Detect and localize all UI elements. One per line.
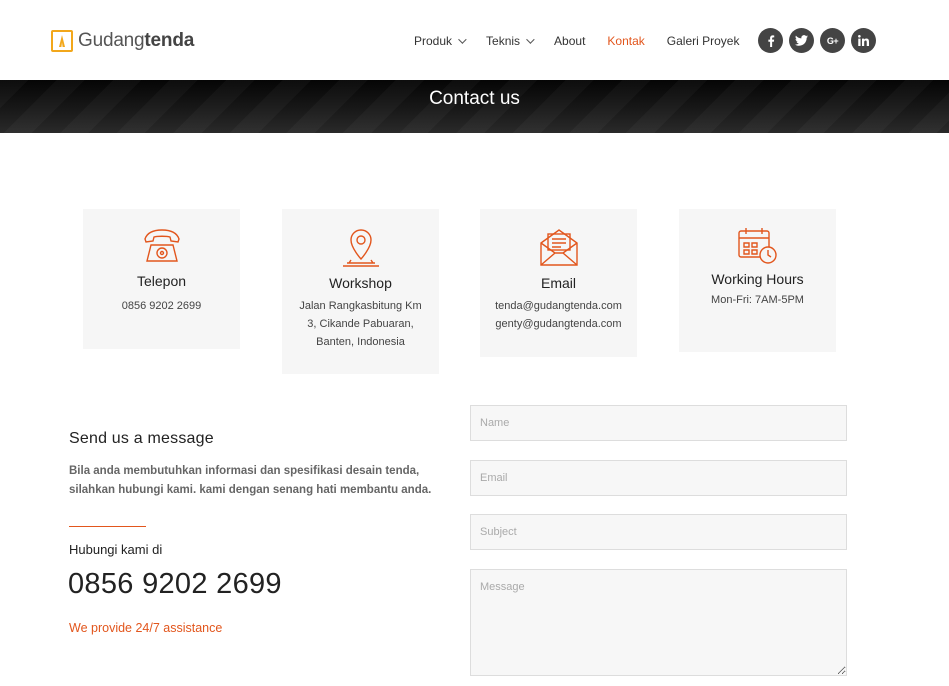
card-text: tenda@gudangtenda.com genty@gudangtenda.… [495,300,622,330]
social-links: G+ [758,28,882,53]
twitter-icon[interactable] [789,28,814,53]
chevron-down-icon [458,35,467,44]
map-pin-icon [342,229,379,267]
card-title: Email [540,275,576,291]
logo-mark-icon [51,30,73,52]
nav-item-about[interactable]: About [554,34,585,48]
call-label: Hubungi kami di [69,542,163,557]
info-card-workshop: Workshop Jalan Rangkasbitung Km 3, Cikan… [282,209,439,374]
main-nav: Produk Teknis About Kontak Galeri Proyek [414,34,761,48]
info-card-working-hours: Working Hours Mon-Fri: 7AM-5PM [679,209,836,352]
card-text: Mon-Fri: 7AM-5PM [711,294,804,306]
card-title: Workshop [329,275,392,291]
facebook-icon[interactable] [758,28,783,53]
subject-input[interactable] [470,514,847,550]
message-section-title: Send us a message [69,430,214,447]
nav-item-galeri-proyek[interactable]: Galeri Proyek [667,34,740,48]
linkedin-icon[interactable] [851,28,876,53]
page-title: Contact us [429,88,520,109]
name-input[interactable] [470,405,847,441]
nav-item-produk[interactable]: Produk [414,34,467,48]
card-title: Telepon [136,273,187,289]
message-description: Bila anda membutuhkan informasi dan spes… [69,465,432,496]
calendar-clock-icon [737,228,777,264]
call-number[interactable]: 0856 9202 2699 [68,568,282,601]
nav-item-kontak[interactable]: Kontak [607,34,644,48]
logo-text: Gudangtenda [78,30,195,51]
nav-item-teknis[interactable]: Teknis [486,34,535,48]
info-card-email: Email tenda@gudangtenda.com genty@gudang… [480,209,637,357]
message-textarea[interactable] [470,569,847,676]
card-text: Jalan Rangkasbitung Km 3, Cikande Pabuar… [299,300,422,348]
chevron-down-icon [526,35,535,44]
card-title: Working Hours [711,271,804,287]
card-text: 0856 9202 2699 [121,300,202,312]
accent-divider [69,526,146,527]
site-logo[interactable]: Gudangtenda [51,30,194,52]
assistance-note: We provide 24/7 assistance [69,621,223,635]
google-plus-icon[interactable]: G+ [820,28,845,53]
telephone-icon [143,229,180,262]
email-input[interactable] [470,460,847,496]
page-banner: Contact us [0,80,949,133]
info-card-phone: Telepon 0856 9202 2699 [83,209,240,349]
site-header: Gudangtenda Produk Teknis About Kontak G… [0,0,949,80]
envelope-icon [539,229,578,266]
